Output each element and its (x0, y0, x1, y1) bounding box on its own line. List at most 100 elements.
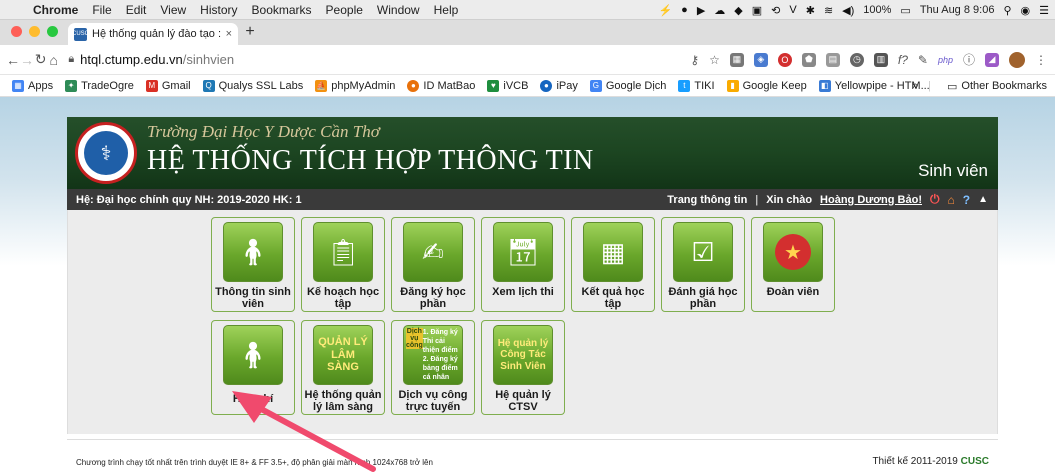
bookmark-gmail[interactable]: M Gmail (140, 79, 197, 92)
home-icon[interactable]: ⌂ (948, 193, 955, 207)
app-status-icon[interactable]: ▶ (697, 4, 705, 17)
reload-icon[interactable]: ↻ (34, 51, 47, 68)
battery-percent: 100% (863, 4, 892, 16)
eyedropper-icon[interactable]: ✎ (918, 53, 928, 67)
study-plan-icon: 📋︎ (313, 222, 373, 282)
extension-icon[interactable]: ◈ (753, 52, 768, 67)
extension-icon[interactable]: ⬟ (801, 52, 816, 67)
tile-study-plan[interactable]: 📋︎ Kế hoạch học tập (301, 217, 385, 312)
address-bar[interactable]: 🔒︎ htql.ctump.edu.vn/sinhvien (60, 48, 690, 72)
spotlight-search-icon[interactable]: ⚲ (1003, 4, 1011, 17)
menu-app-name[interactable]: Chrome (26, 3, 85, 17)
tradeogre-icon: ✦ (65, 79, 78, 92)
term-info: Hệ: Đại học chính quy NH: 2019-2020 HK: … (76, 193, 302, 206)
tile-label: Hệ thống quản lý lâm sàng (304, 389, 382, 413)
vietnamese-input-icon[interactable]: V (789, 4, 796, 16)
bookmark-tiki[interactable]: t TIKI (672, 79, 720, 92)
course-evaluation-icon: ☑ (673, 222, 733, 282)
app-status-icon[interactable]: ▣ (752, 4, 762, 17)
logout-power-icon[interactable]: ⏻ (930, 192, 940, 207)
bookmark-google-keep[interactable]: ▮ Google Keep (721, 79, 813, 92)
tile-tuition-fee[interactable]: 🧍︎ Học phí (211, 320, 295, 415)
tile-course-register[interactable]: ✍︎ Đăng ký học phần (391, 217, 475, 312)
fonts-extension-icon[interactable]: f? (898, 53, 908, 67)
bookmark-ivcb[interactable]: ♥ iVCB (481, 79, 534, 92)
menu-people[interactable]: People (319, 3, 370, 17)
menu-help[interactable]: Help (427, 3, 466, 17)
extension-icon[interactable]: ▤ (825, 52, 840, 67)
bookmark-qualys[interactable]: Q Qualys SSL Labs (197, 79, 310, 92)
adblock-icon[interactable]: O (777, 52, 792, 67)
time-machine-icon[interactable]: ⟲ (771, 4, 780, 17)
battery-icon[interactable]: ▭ (900, 4, 910, 17)
forward-icon[interactable]: → (20, 52, 34, 68)
info-page-link[interactable]: Trang thông tin (667, 194, 747, 206)
bookmark-idmatbao[interactable]: ● ID MatBao (401, 79, 481, 92)
menu-window[interactable]: Window (370, 3, 427, 17)
lock-icon[interactable]: 🔒︎ (68, 53, 74, 66)
user-name-link[interactable]: Hoàng Dương Bảo! (820, 194, 922, 206)
collapse-up-icon[interactable]: ▲ (978, 194, 988, 205)
clock[interactable]: Thu Aug 8 9:06 (920, 4, 995, 16)
tile-label: Đánh giá học phần (668, 286, 738, 310)
tile-student-info[interactable]: 🧍︎ Thông tin sinh viên (211, 217, 295, 312)
menu-file[interactable]: File (85, 3, 118, 17)
chrome-menu-icon[interactable]: ⋮ (1035, 53, 1047, 67)
menu-edit[interactable]: Edit (119, 3, 154, 17)
profile-avatar-icon[interactable] (1009, 51, 1025, 68)
bluetooth-icon[interactable]: ✱ (806, 4, 815, 17)
close-window-icon[interactable] (11, 26, 22, 37)
bookmark-ipay[interactable]: ● iPay (534, 79, 583, 92)
zoom-window-icon[interactable] (47, 26, 58, 37)
extension-icon[interactable]: ▦ (729, 52, 744, 67)
cusc-brand[interactable]: CUSC (961, 456, 989, 467)
tile-label: Kế hoạch học tập (306, 286, 380, 310)
key-icon[interactable]: ⚷ (690, 53, 699, 67)
menu-bookmarks[interactable]: Bookmarks (245, 3, 319, 17)
minimize-window-icon[interactable] (29, 26, 40, 37)
notification-center-icon[interactable]: ☰ (1039, 4, 1049, 17)
app-status-icon[interactable]: ⚡ (658, 4, 672, 17)
extension-icon[interactable]: ▥ (873, 52, 888, 67)
ipay-icon: ● (540, 79, 553, 92)
bookmark-google-dich[interactable]: G Google Dịch (584, 79, 673, 92)
volume-icon[interactable]: ◀) (842, 4, 854, 17)
bookmark-tradeogre[interactable]: ✦ TradeOgre (59, 79, 140, 92)
browser-tab[interactable]: CUSC Hệ thống quản lý đào tạo :: Qu × (68, 23, 238, 45)
tile-exam-schedule[interactable]: 📅︎ Xem lịch thi (481, 217, 565, 312)
app-status-icon[interactable]: ◆ (734, 4, 742, 17)
extension-icon[interactable]: ◢ (985, 52, 999, 67)
wifi-icon[interactable]: ≋ (824, 4, 833, 17)
new-tab-button[interactable]: + (238, 23, 262, 45)
tile-study-results[interactable]: ▦ Kết quả học tập (571, 217, 655, 312)
tile-student-affairs[interactable]: Hệ quản lý Công Tác Sinh Viên Hệ quản lý… (481, 320, 565, 415)
google-translate-icon: G (589, 79, 602, 92)
other-bookmarks-folder[interactable]: ▭ Other Bookmarks (941, 80, 1053, 93)
tile-clinical-management[interactable]: QUẢN LÝ LÂM SÀNG Hệ thống quản lý lâm sà… (301, 320, 385, 415)
menu-history[interactable]: History (193, 3, 244, 17)
extension-icon[interactable]: ⓘ (963, 51, 975, 68)
gmail-icon: M (145, 79, 158, 92)
bookmarks-bar-right: » | ▭ Other Bookmarks (912, 75, 1055, 97)
online-public-service-icon: Dịch vụ công 1. Đăng ký Thi cải thiện đi… (403, 325, 463, 385)
bookmark-apps[interactable]: ▦ Apps (6, 79, 59, 92)
bookmark-phpmyadmin[interactable]: ⛵ phpMyAdmin (309, 79, 401, 92)
menu-view[interactable]: View (153, 3, 193, 17)
help-icon[interactable]: ? (963, 193, 970, 207)
bookmark-star-icon[interactable]: ☆ (709, 53, 720, 67)
back-icon[interactable]: ← (6, 52, 20, 68)
extension-icon[interactable]: ◷ (849, 52, 864, 67)
home-icon[interactable]: ⌂ (47, 52, 60, 68)
php-extension-icon[interactable]: php (938, 55, 953, 65)
tile-youth-union[interactable]: ★ Đoàn viên (751, 217, 835, 312)
siri-icon[interactable]: ◉ (1021, 4, 1031, 17)
tab-close-icon[interactable]: × (226, 28, 232, 40)
greeting-text: Xin chào (766, 193, 813, 206)
app-status-icon[interactable]: ● (681, 4, 688, 16)
clinical-management-icon: QUẢN LÝ LÂM SÀNG (313, 325, 373, 385)
more-bookmarks-button[interactable]: » (912, 80, 918, 92)
tile-online-public-service[interactable]: Dịch vụ công 1. Đăng ký Thi cải thiện đi… (391, 320, 475, 415)
module-grid: 🧍︎ Thông tin sinh viên 📋︎ Kế hoạch học t… (67, 210, 998, 434)
cloud-icon[interactable]: ☁ (714, 4, 725, 17)
tile-course-evaluation[interactable]: ☑ Đánh giá học phần (661, 217, 745, 312)
